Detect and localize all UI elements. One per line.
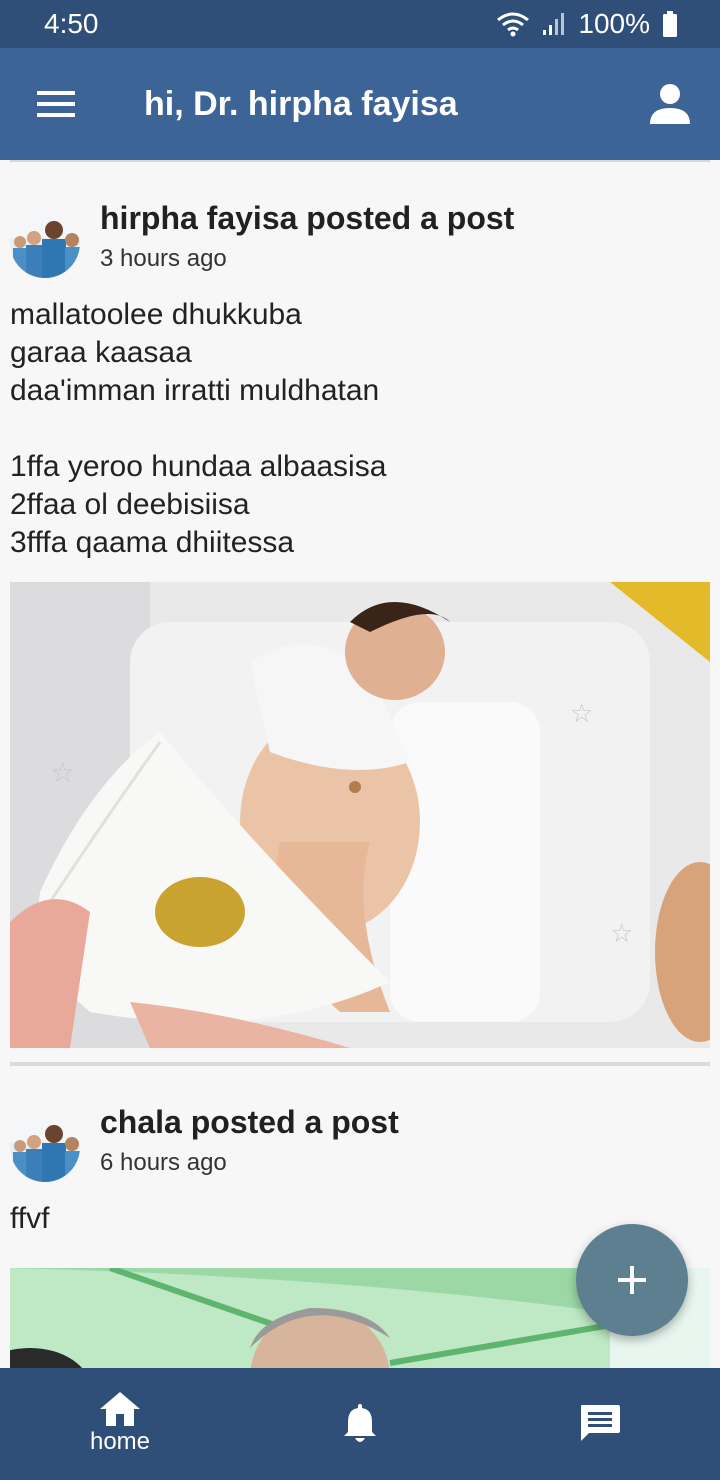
avatar[interactable] <box>10 1112 80 1182</box>
post-header: hirpha fayisa posted a post 3 hours ago <box>10 198 710 288</box>
post-author[interactable]: chala posted a post <box>100 1102 399 1142</box>
svg-text:☆: ☆ <box>570 698 593 728</box>
nav-home[interactable]: home <box>0 1368 240 1480</box>
avatar[interactable] <box>10 208 80 278</box>
status-time: 4:50 <box>44 8 99 39</box>
battery-icon <box>663 11 677 37</box>
add-post-button[interactable] <box>576 1224 688 1336</box>
post-time: 6 hours ago <box>100 1149 227 1176</box>
post-header: chala posted a post 6 hours ago <box>10 1102 710 1192</box>
divider <box>10 160 710 162</box>
post-card: hirpha fayisa posted a post 3 hours ago … <box>10 198 710 1048</box>
status-bar: 4:50 100% <box>0 0 720 48</box>
post-feed[interactable]: hirpha fayisa posted a post 3 hours ago … <box>0 160 720 1368</box>
signal-icon <box>543 13 565 35</box>
bottom-navigation: home <box>0 1368 720 1480</box>
divider <box>10 1062 710 1066</box>
page-title: hi, Dr. hirpha fayisa <box>144 84 458 123</box>
post-image[interactable]: ☆ ☆ ☆ ☆ <box>10 582 710 1048</box>
post-author[interactable]: hirpha fayisa posted a post <box>100 198 514 238</box>
chat-icon <box>581 1405 620 1441</box>
svg-text:☆: ☆ <box>610 918 633 948</box>
post-time: 3 hours ago <box>100 245 227 272</box>
wifi-icon <box>497 12 530 37</box>
battery-percent: 100% <box>578 8 650 39</box>
svg-text:☆: ☆ <box>50 757 75 788</box>
person-icon <box>650 84 690 124</box>
home-icon <box>100 1392 140 1426</box>
post-divider <box>10 1062 710 1066</box>
post-body: mallatoolee dhukkuba garaa kaasaa daa'im… <box>10 298 387 559</box>
plus-icon <box>618 1266 646 1294</box>
app-bar: hi, Dr. hirpha fayisa <box>0 48 720 160</box>
nav-messages[interactable] <box>480 1368 720 1480</box>
nav-notifications[interactable] <box>240 1368 480 1480</box>
profile-button[interactable] <box>620 48 720 160</box>
bell-icon <box>344 1404 376 1442</box>
menu-icon <box>37 91 75 117</box>
post-meta: chala posted a post 6 hours ago <box>100 1102 399 1178</box>
status-icons: 100% <box>496 8 678 40</box>
menu-button[interactable] <box>0 48 112 160</box>
post-meta: hirpha fayisa posted a post 3 hours ago <box>100 198 514 274</box>
nav-home-label: home <box>89 1428 151 1455</box>
